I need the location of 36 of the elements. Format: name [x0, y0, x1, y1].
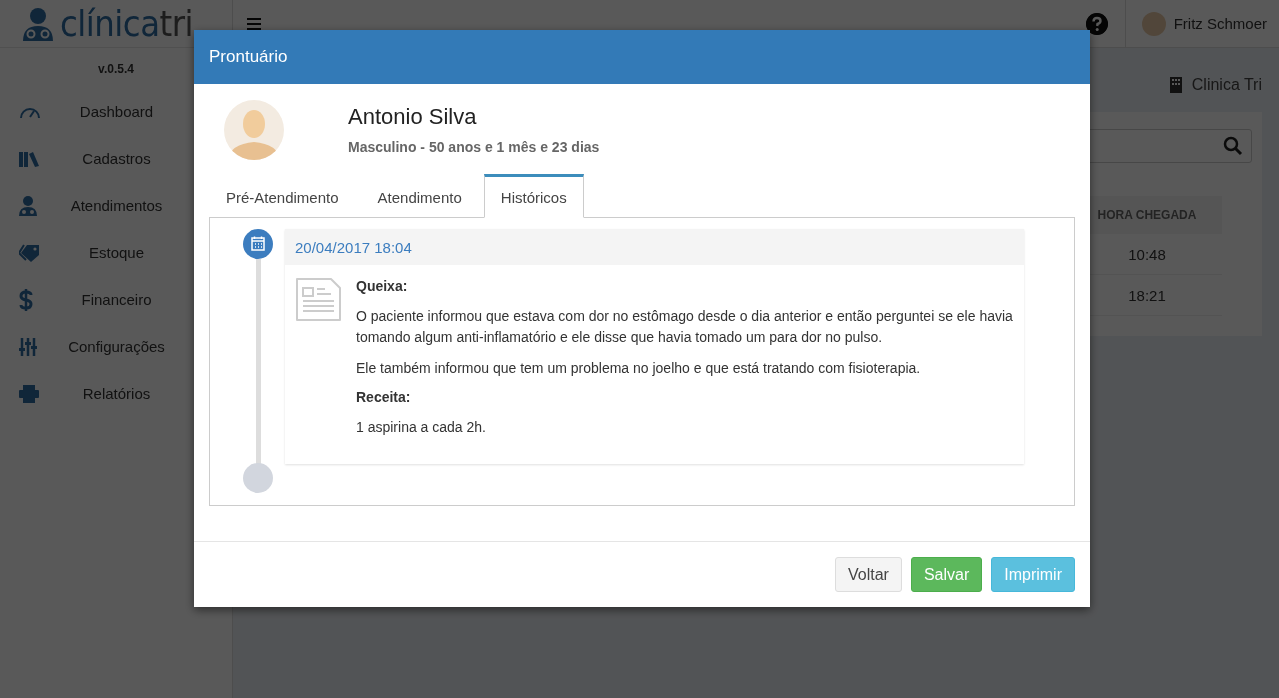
section-heading: Receita:: [356, 389, 412, 405]
search-icon[interactable]: [1223, 136, 1243, 156]
version-label: v.0.5.4: [97, 62, 135, 76]
menu-icon[interactable]: [247, 17, 261, 30]
tab[interactable]: Históricos: [483, 174, 584, 218]
back-button[interactable]: Voltar: [834, 557, 902, 592]
books-icon: [19, 150, 41, 167]
dollar-icon: [19, 288, 33, 311]
dialog-title: Prontuário: [194, 30, 1090, 84]
history-date: 20/04/2017 18:04: [285, 229, 1024, 265]
tags-icon: [19, 243, 41, 262]
doctor-logo-icon: [22, 6, 54, 41]
building-icon: [1169, 77, 1182, 93]
sidebar-item[interactable]: Relatórios: [0, 370, 232, 417]
sliders-icon: [19, 337, 37, 356]
tab[interactable]: Atendimento: [360, 174, 479, 218]
avatar-icon: [1141, 11, 1166, 36]
document-icon: [295, 278, 341, 322]
sidebar-item[interactable]: Estoque: [0, 229, 232, 276]
clinic-name: Clinica Tri: [1191, 76, 1262, 94]
patient-details: Masculino - 50 anos e 1 mês e 23 dias: [348, 139, 600, 155]
print-button[interactable]: Imprimir: [991, 557, 1075, 592]
sidebar-item[interactable]: Financeiro: [0, 276, 232, 323]
doctor-icon: [19, 195, 37, 216]
section-heading: Queixa:: [356, 278, 409, 294]
user-menu[interactable]: Fritz Schmoer: [1124, 0, 1279, 47]
patient-name: Antonio Silva: [348, 104, 478, 130]
help-icon[interactable]: [1085, 12, 1108, 35]
save-button[interactable]: Salvar: [910, 557, 983, 592]
sidebar-item[interactable]: Configurações: [0, 323, 232, 370]
note-text: 1 aspirina a cada 2h.: [356, 418, 487, 437]
note-text: Ele também informou que tem um problema no joelho e que está tratando com fisioterapia.: [356, 359, 922, 378]
note-text: O paciente informou que estava com dor no estômago desde o dia anterior e então perguntei se ele havia tomando algum anti-inflamatório e ele disse que havia tomado um para dor no pulso.: [356, 307, 1014, 347]
calendar-icon: [243, 229, 273, 259]
sidebar-item[interactable]: Dashboard: [0, 88, 232, 135]
logo-text: clínicatri: [60, 5, 193, 42]
